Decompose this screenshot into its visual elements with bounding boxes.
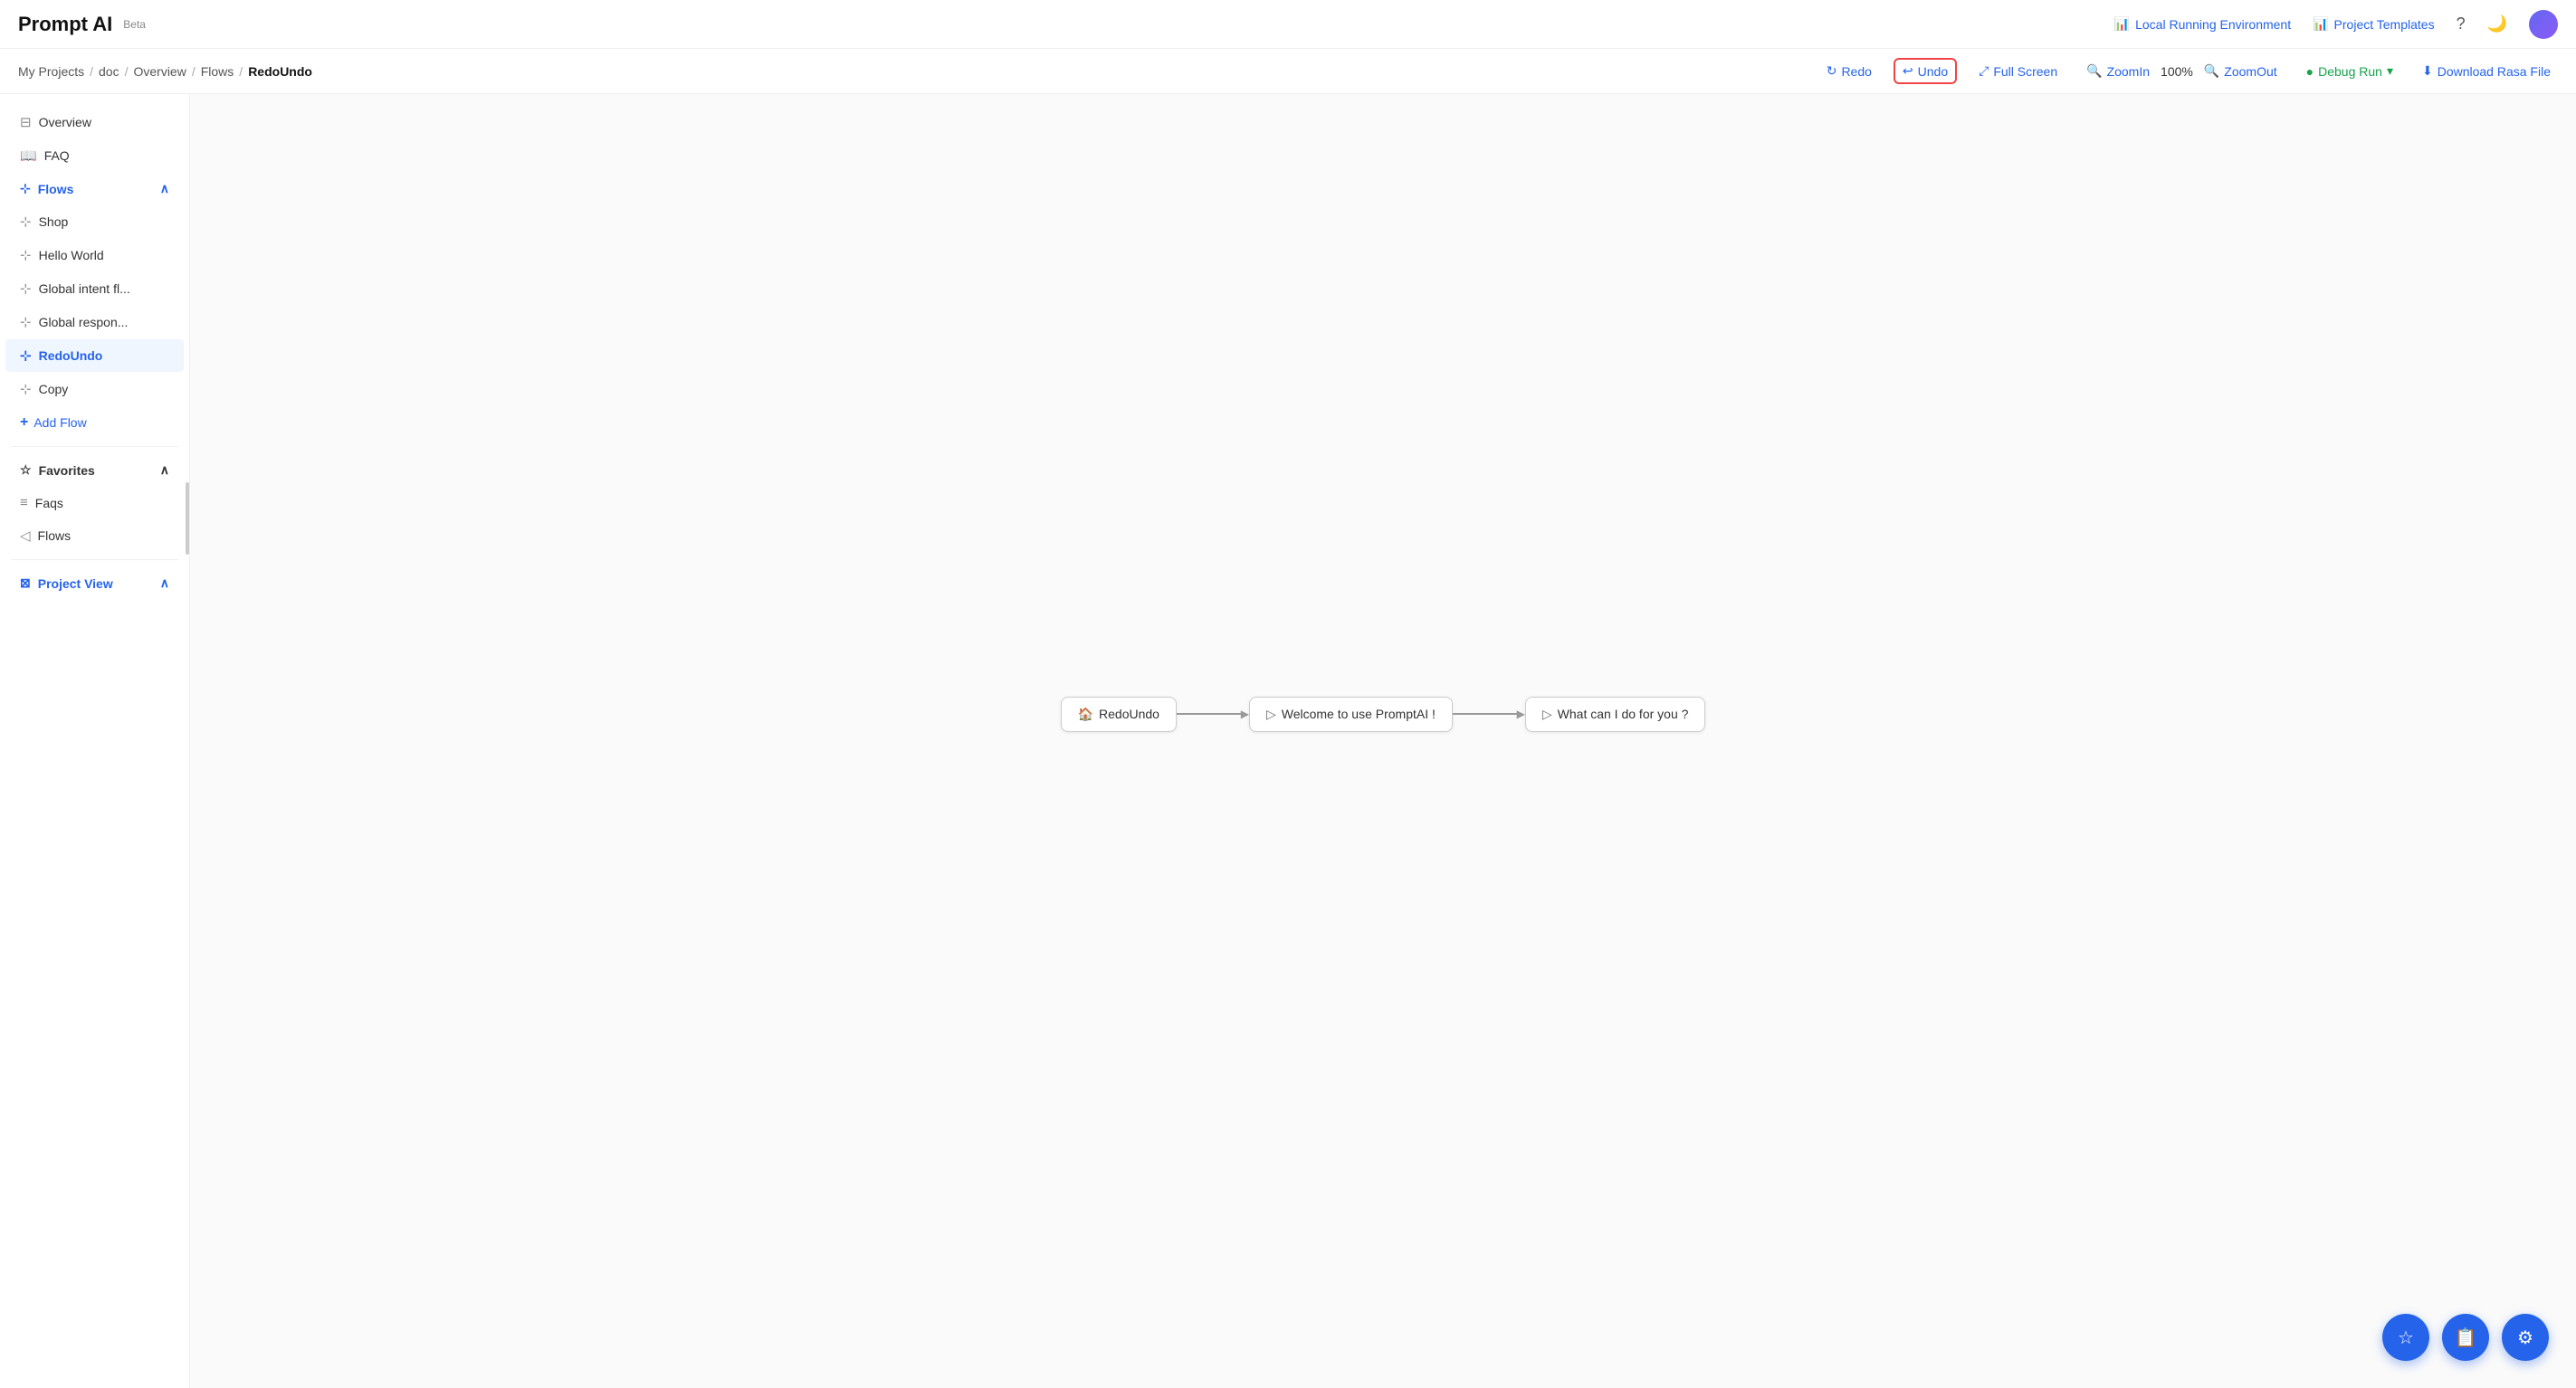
dark-mode-button[interactable]: 🌙 (2487, 14, 2507, 33)
sidebar-scroll-thumb (186, 482, 189, 555)
sidebar-item-copy[interactable]: ⊹ Copy (5, 373, 184, 405)
app-name: Prompt AI (18, 13, 112, 36)
start-node-icon: 🏠 (1078, 707, 1093, 722)
flow-node-start[interactable]: 🏠 RedoUndo (1061, 697, 1177, 732)
overview-icon: ⊟ (20, 114, 32, 130)
local-env-link[interactable]: 📊 Local Running Environment (2114, 16, 2291, 32)
top-nav: Prompt AI Beta 📊 Local Running Environme… (0, 0, 2576, 49)
favorites-collapse-icon: ∧ (160, 462, 169, 478)
sidebar-scrollbar[interactable] (185, 94, 189, 1388)
fullscreen-button[interactable]: ⤢ Full Screen (1971, 60, 2065, 82)
sidebar-divider (11, 446, 178, 447)
favorites-fab[interactable]: ☆ (2382, 1314, 2429, 1361)
star-icon: ☆ (20, 462, 32, 478)
faq-icon: 📖 (20, 147, 37, 164)
redo-button[interactable]: ↻ Redo (1819, 60, 1879, 82)
redoundo-flow-icon: ⊹ (20, 347, 32, 364)
settings-fab[interactable]: ⚙ (2502, 1314, 2549, 1361)
flow-connector-1: ▶ (1177, 708, 1249, 720)
toolbar: ↻ Redo ↩ Undo ⤢ Full Screen 🔍 ZoomIn 100… (1819, 58, 2558, 84)
sidebar-divider-2 (11, 559, 178, 560)
copy-fab[interactable]: 📋 (2442, 1314, 2489, 1361)
arrow-icon-1: ▶ (1241, 708, 1249, 720)
sidebar-section-project-view[interactable]: ⊠ Project View ∧ (5, 567, 184, 599)
breadcrumb-overview[interactable]: Overview (133, 64, 186, 79)
breadcrumb-my-projects[interactable]: My Projects (18, 64, 84, 79)
global-intent-flow-icon: ⊹ (20, 280, 32, 297)
sidebar-item-global-respon[interactable]: ⊹ Global respon... (5, 306, 184, 338)
fullscreen-icon: ⤢ (1979, 63, 1989, 79)
redo-icon: ↻ (1827, 63, 1837, 79)
sidebar: ⊟ Overview 📖 FAQ ⊹ Flows ∧ ⊹ Shop ⊹ Hell… (0, 94, 190, 1388)
local-env-icon: 📊 (2114, 16, 2130, 32)
project-templates-link[interactable]: 📊 Project Templates (2313, 16, 2434, 32)
zoomin-button[interactable]: 🔍 ZoomIn (2079, 60, 2157, 82)
debug-icon: ● (2306, 64, 2314, 79)
flows-section-icon: ⊹ (20, 181, 31, 196)
sidebar-item-shop[interactable]: ⊹ Shop (5, 205, 184, 238)
fab-star-icon: ☆ (2398, 1326, 2414, 1349)
breadcrumb: My Projects / doc / Overview / Flows / R… (18, 64, 312, 79)
download-rasa-button[interactable]: ⬇ Download Rasa File (2415, 60, 2558, 82)
breadcrumb-current: RedoUndo (248, 64, 312, 79)
flows-collapse-icon: ∧ (160, 181, 169, 196)
copy-flow-icon: ⊹ (20, 381, 32, 397)
fab-settings-icon: ⚙ (2517, 1326, 2533, 1349)
logo-area: Prompt AI Beta (18, 13, 146, 36)
sidebar-section-favorites[interactable]: ☆ Favorites ∧ (5, 454, 184, 486)
sidebar-item-faq[interactable]: 📖 FAQ (5, 139, 184, 172)
shop-flow-icon: ⊹ (20, 214, 32, 230)
global-respon-flow-icon: ⊹ (20, 314, 32, 330)
project-view-expand-icon: ∧ (160, 575, 169, 591)
debug-chevron-icon: ▾ (2387, 63, 2393, 79)
breadcrumb-bar: My Projects / doc / Overview / Flows / R… (0, 49, 2576, 94)
flow-node-welcome[interactable]: ▷ Welcome to use PromptAI ! (1249, 697, 1453, 732)
sidebar-item-helloworld[interactable]: ⊹ Hello World (5, 239, 184, 271)
avatar[interactable] (2529, 10, 2558, 39)
sidebar-item-global-intent[interactable]: ⊹ Global intent fl... (5, 272, 184, 305)
main-layout: ⊟ Overview 📖 FAQ ⊹ Flows ∧ ⊹ Shop ⊹ Hell… (0, 94, 2576, 1388)
undo-button[interactable]: ↩ Undo (1894, 58, 1957, 84)
sidebar-item-flows-fav[interactable]: ◁ Flows (5, 519, 184, 552)
zoom-group: 🔍 ZoomIn 100% 🔍 ZoomOut (2079, 60, 2285, 82)
project-view-icon: ⊠ (20, 575, 31, 591)
fab-copy-icon: 📋 (2455, 1326, 2477, 1349)
templates-icon: 📊 (2313, 16, 2328, 32)
action-node-icon: ▷ (1266, 707, 1276, 722)
floating-action-buttons: ☆ 📋 ⚙ (2382, 1314, 2549, 1361)
sidebar-section-flows[interactable]: ⊹ Flows ∧ (5, 173, 184, 204)
breadcrumb-doc[interactable]: doc (99, 64, 119, 79)
download-icon: ⬇ (2422, 63, 2433, 79)
flow-diagram: 🏠 RedoUndo ▶ ▷ Welcome to use PromptAI !… (1061, 697, 1706, 732)
add-icon: + (20, 414, 28, 431)
zoom-percent: 100% (2161, 64, 2193, 79)
sidebar-item-redoundo[interactable]: ⊹ RedoUndo (5, 339, 184, 372)
beta-badge: Beta (123, 18, 146, 31)
zoomin-icon: 🔍 (2086, 63, 2102, 79)
undo-icon: ↩ (1903, 63, 1913, 79)
faqs-icon: ≡ (20, 495, 28, 510)
flow-connector-2: ▶ (1453, 708, 1525, 720)
zoomout-button[interactable]: 🔍 ZoomOut (2197, 60, 2285, 82)
flow-canvas: 🏠 RedoUndo ▶ ▷ Welcome to use PromptAI !… (190, 94, 2576, 1388)
top-nav-right: 📊 Local Running Environment 📊 Project Te… (2114, 10, 2558, 39)
canvas-area[interactable]: 🏠 RedoUndo ▶ ▷ Welcome to use PromptAI !… (190, 94, 2576, 1388)
helloworld-flow-icon: ⊹ (20, 247, 32, 263)
add-flow-button[interactable]: + Add Flow (5, 406, 184, 439)
breadcrumb-flows[interactable]: Flows (201, 64, 234, 79)
flow-node-question[interactable]: ▷ What can I do for you ? (1525, 697, 1706, 732)
help-button[interactable]: ? (2457, 14, 2466, 33)
arrow-icon-2: ▶ (1517, 708, 1525, 720)
sidebar-item-overview[interactable]: ⊟ Overview (5, 106, 184, 138)
question-node-icon: ▷ (1542, 707, 1552, 722)
flows-fav-icon: ◁ (20, 528, 31, 544)
sidebar-item-faqs[interactable]: ≡ Faqs (5, 487, 184, 518)
debug-run-button[interactable]: ● Debug Run ▾ (2299, 60, 2400, 82)
zoomout-icon: 🔍 (2204, 63, 2219, 79)
